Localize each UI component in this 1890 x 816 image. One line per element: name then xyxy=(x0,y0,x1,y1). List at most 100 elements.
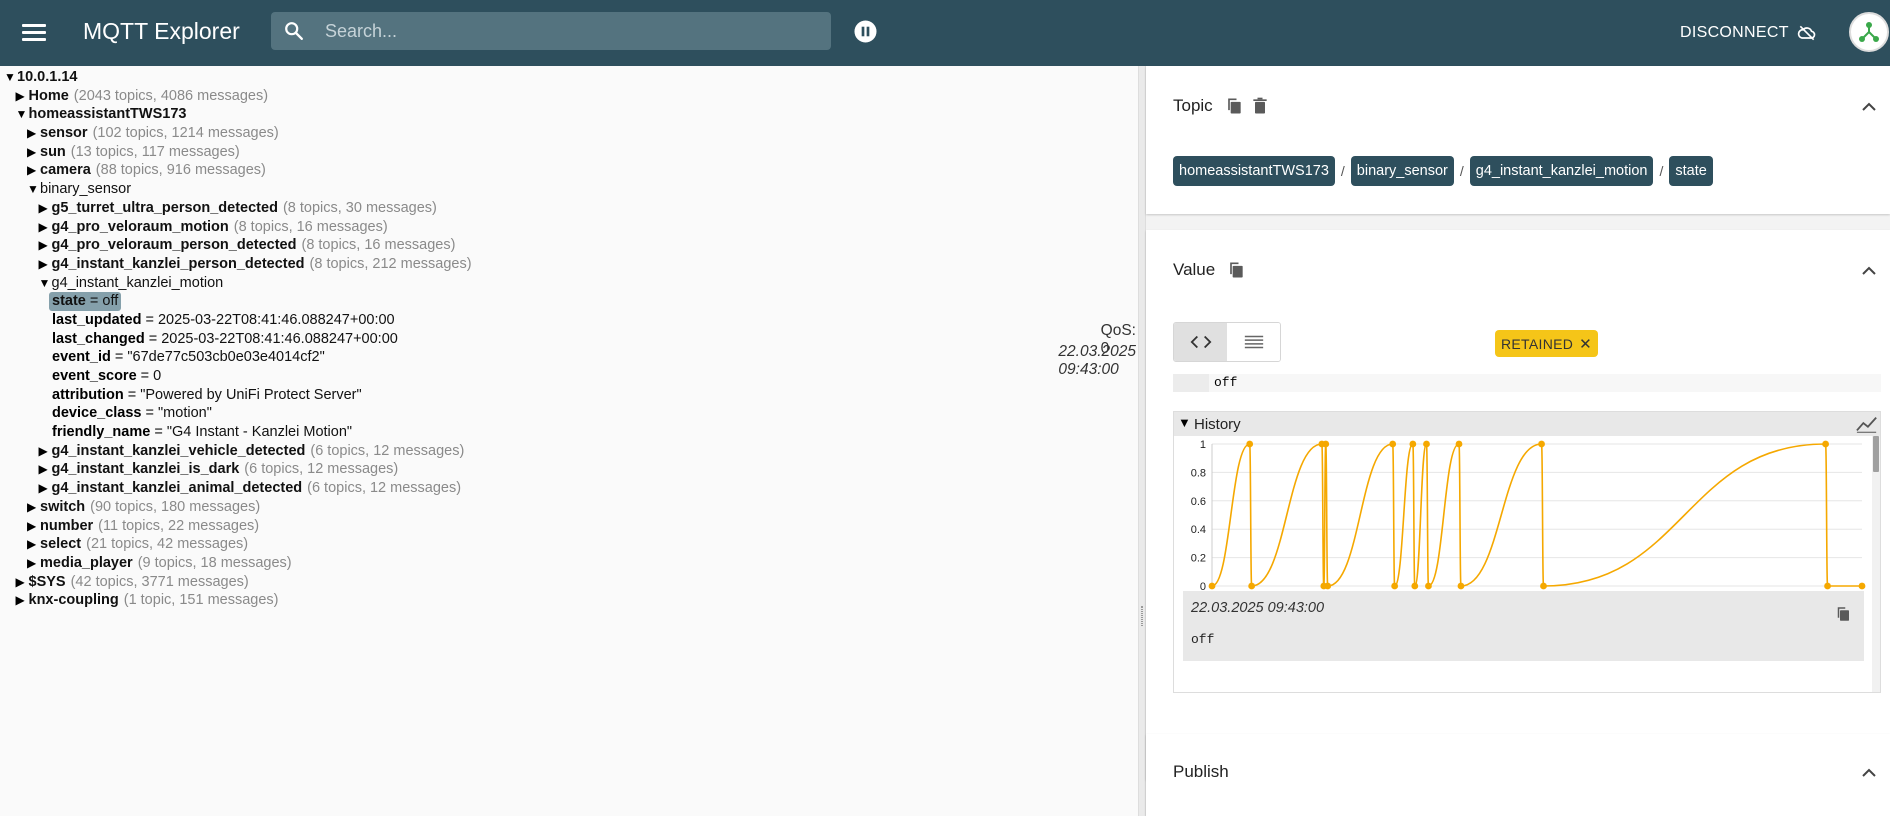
triangle-right-icon[interactable]: ▶ xyxy=(39,479,52,498)
tree-node[interactable]: ▶ Home (2043 topics, 4086 messages) xyxy=(0,87,1138,106)
breadcrumb-item[interactable]: state xyxy=(1669,156,1713,186)
tree-value-row[interactable]: last_changed = 2025-03-22T08:41:46.08824… xyxy=(0,330,1138,349)
tree-node-name[interactable]: g4_instant_kanzlei_motion xyxy=(52,274,224,293)
triangle-right-icon[interactable]: ▶ xyxy=(16,573,29,592)
copy-icon[interactable] xyxy=(1834,605,1852,623)
history-point[interactable] xyxy=(1538,440,1545,448)
tree-node[interactable]: ▶ switch (90 topics, 180 messages) xyxy=(0,498,1138,517)
chevron-up-icon[interactable] xyxy=(1862,768,1876,777)
tree-node-name[interactable]: select xyxy=(40,535,81,554)
tree-node[interactable]: ▶ knx-coupling (1 topic, 151 messages) xyxy=(0,591,1138,610)
tree-node[interactable]: ▶ g4_pro_veloraum_motion (8 topics, 16 mes… xyxy=(0,218,1138,237)
tree-node-name[interactable]: g4_instant_kanzlei_is_dark xyxy=(52,460,240,479)
tree-value-row[interactable]: friendly_name = "G4 Instant - Kanzlei Mo… xyxy=(0,423,1138,442)
tree-node[interactable]: ▼ g4_instant_kanzlei_motion xyxy=(0,274,1138,293)
pause-icon[interactable] xyxy=(854,20,877,43)
panel-divider[interactable] xyxy=(1138,66,1146,816)
history-point[interactable] xyxy=(1246,440,1254,448)
triangle-right-icon[interactable]: ▶ xyxy=(27,161,40,180)
history-header[interactable]: ▼ History xyxy=(1174,412,1880,436)
history-point[interactable] xyxy=(1248,582,1256,590)
breadcrumb-item[interactable]: homeassistantTWS173 xyxy=(1173,156,1335,186)
tree-node[interactable]: ▶ sensor (102 topics, 1214 messages) xyxy=(0,124,1138,143)
tree-node[interactable]: ▶ select (21 topics, 42 messages) xyxy=(0,535,1138,554)
topic-value[interactable]: device_class = "motion" xyxy=(52,404,212,423)
triangle-down-icon[interactable]: ▼ xyxy=(16,105,29,124)
tree-value-row[interactable]: last_updated = 2025-03-22T08:41:46.08824… xyxy=(0,311,1138,330)
topic-value[interactable]: last_changed = 2025-03-22T08:41:46.08824… xyxy=(52,330,398,349)
tree-node-name[interactable]: switch xyxy=(40,498,85,517)
tree-node-name[interactable]: g4_pro_veloraum_person_detected xyxy=(52,236,297,255)
triangle-right-icon[interactable]: ▶ xyxy=(27,124,40,143)
tree-node-name[interactable]: sensor xyxy=(40,124,88,143)
trending-up-icon[interactable] xyxy=(1856,414,1878,434)
tree-node[interactable]: ▼ 10.0.1.14 xyxy=(0,68,1138,87)
search-box[interactable] xyxy=(271,12,831,50)
triangle-right-icon[interactable]: ▶ xyxy=(16,591,29,610)
triangle-right-icon[interactable]: ▶ xyxy=(39,199,52,218)
triangle-right-icon[interactable]: ▶ xyxy=(27,554,40,573)
chevron-up-icon[interactable] xyxy=(1862,102,1876,111)
tree-node[interactable]: ▶ g4_instant_kanzlei_person_detected (8 to… xyxy=(0,255,1138,274)
history-point[interactable] xyxy=(1858,582,1866,590)
tree-node-name[interactable]: homeassistantTWS173 xyxy=(29,105,187,124)
tree-node[interactable]: ▶ g4_instant_kanzlei_is_dark (6 topics, 12… xyxy=(0,460,1138,479)
tree-node[interactable]: ▶ camera (88 topics, 916 messages) xyxy=(0,161,1138,180)
chevron-up-icon[interactable] xyxy=(1862,266,1876,275)
tree-node-name[interactable]: media_player xyxy=(40,554,133,573)
history-point[interactable] xyxy=(1411,582,1419,590)
tree-node[interactable]: ▶ sun (13 topics, 117 messages) xyxy=(0,143,1138,162)
triangle-right-icon[interactable]: ▶ xyxy=(39,218,52,237)
topic-value[interactable]: friendly_name = "G4 Instant - Kanzlei Mo… xyxy=(52,423,352,442)
retained-badge[interactable]: RETAINED ✕ xyxy=(1495,330,1599,357)
tree-node-name[interactable]: binary_sensor xyxy=(40,180,131,199)
tree-node-name[interactable]: camera xyxy=(40,161,91,180)
history-point[interactable] xyxy=(1457,582,1465,590)
tree-node-name[interactable]: g5_turret_ultra_person_detected xyxy=(52,199,278,218)
topic-value[interactable]: last_updated = 2025-03-22T08:41:46.08824… xyxy=(52,311,395,330)
avatar[interactable] xyxy=(1849,12,1889,52)
triangle-right-icon[interactable]: ▶ xyxy=(39,460,52,479)
history-point[interactable] xyxy=(1391,582,1399,590)
close-icon[interactable]: ✕ xyxy=(1579,335,1592,353)
triangle-down-icon[interactable]: ▼ xyxy=(39,274,52,293)
tree-node-name[interactable]: $SYS xyxy=(29,573,66,592)
tree-node-name[interactable]: 10.0.1.14 xyxy=(17,68,77,87)
triangle-right-icon[interactable]: ▶ xyxy=(39,255,52,274)
tree-value-row[interactable]: device_class = "motion" xyxy=(0,404,1138,423)
triangle-right-icon[interactable]: ▶ xyxy=(27,498,40,517)
history-point[interactable] xyxy=(1322,440,1330,448)
tree-node-name[interactable]: g4_pro_veloraum_motion xyxy=(52,218,229,237)
tree-node-name[interactable]: g4_instant_kanzlei_animal_detected xyxy=(52,479,303,498)
tree-value-row[interactable]: event_score = 0 xyxy=(0,367,1138,386)
tree-node[interactable]: ▶ g4_pro_veloraum_person_detected (8 topic… xyxy=(0,236,1138,255)
topic-value[interactable]: event_id = "67de77c503cb0e03e4014cf2" xyxy=(52,348,325,367)
copy-icon[interactable] xyxy=(1226,259,1246,281)
tree-node-name[interactable]: number xyxy=(40,517,93,536)
tree-node-name[interactable]: Home xyxy=(29,87,69,106)
history-point[interactable] xyxy=(1540,582,1547,590)
tree-node[interactable]: ▶ $SYS (42 topics, 3771 messages) xyxy=(0,573,1138,592)
tree-node-name[interactable]: sun xyxy=(40,143,66,162)
delete-icon[interactable] xyxy=(1250,95,1270,117)
history-point[interactable] xyxy=(1324,582,1332,590)
code-view-button[interactable] xyxy=(1174,323,1227,361)
tree-value-row[interactable]: attribution = "Powered by UniFi Protect … xyxy=(0,386,1138,405)
history-point[interactable] xyxy=(1409,440,1417,448)
history-point[interactable] xyxy=(1822,440,1829,448)
tree-node[interactable]: ▼ homeassistantTWS173 xyxy=(0,105,1138,124)
triangle-right-icon[interactable]: ▶ xyxy=(27,517,40,536)
tree-node[interactable]: ▶ g4_instant_kanzlei_animal_detected (6 to… xyxy=(0,479,1138,498)
breadcrumb-item[interactable]: binary_sensor xyxy=(1350,156,1454,186)
history-point[interactable] xyxy=(1455,440,1463,448)
history-point[interactable] xyxy=(1208,582,1216,590)
history-point[interactable] xyxy=(1824,582,1831,590)
tree-node-name[interactable]: knx-coupling xyxy=(29,591,119,610)
triangle-right-icon[interactable]: ▶ xyxy=(39,236,52,255)
tree-node[interactable]: ▶ g5_turret_ultra_person_detected (8 topic… xyxy=(0,199,1138,218)
triangle-right-icon[interactable]: ▶ xyxy=(39,442,52,461)
topic-value[interactable]: attribution = "Powered by UniFi Protect … xyxy=(52,386,362,405)
triangle-right-icon[interactable]: ▶ xyxy=(16,87,29,106)
raw-view-button[interactable] xyxy=(1227,323,1280,361)
copy-icon[interactable] xyxy=(1224,95,1244,117)
